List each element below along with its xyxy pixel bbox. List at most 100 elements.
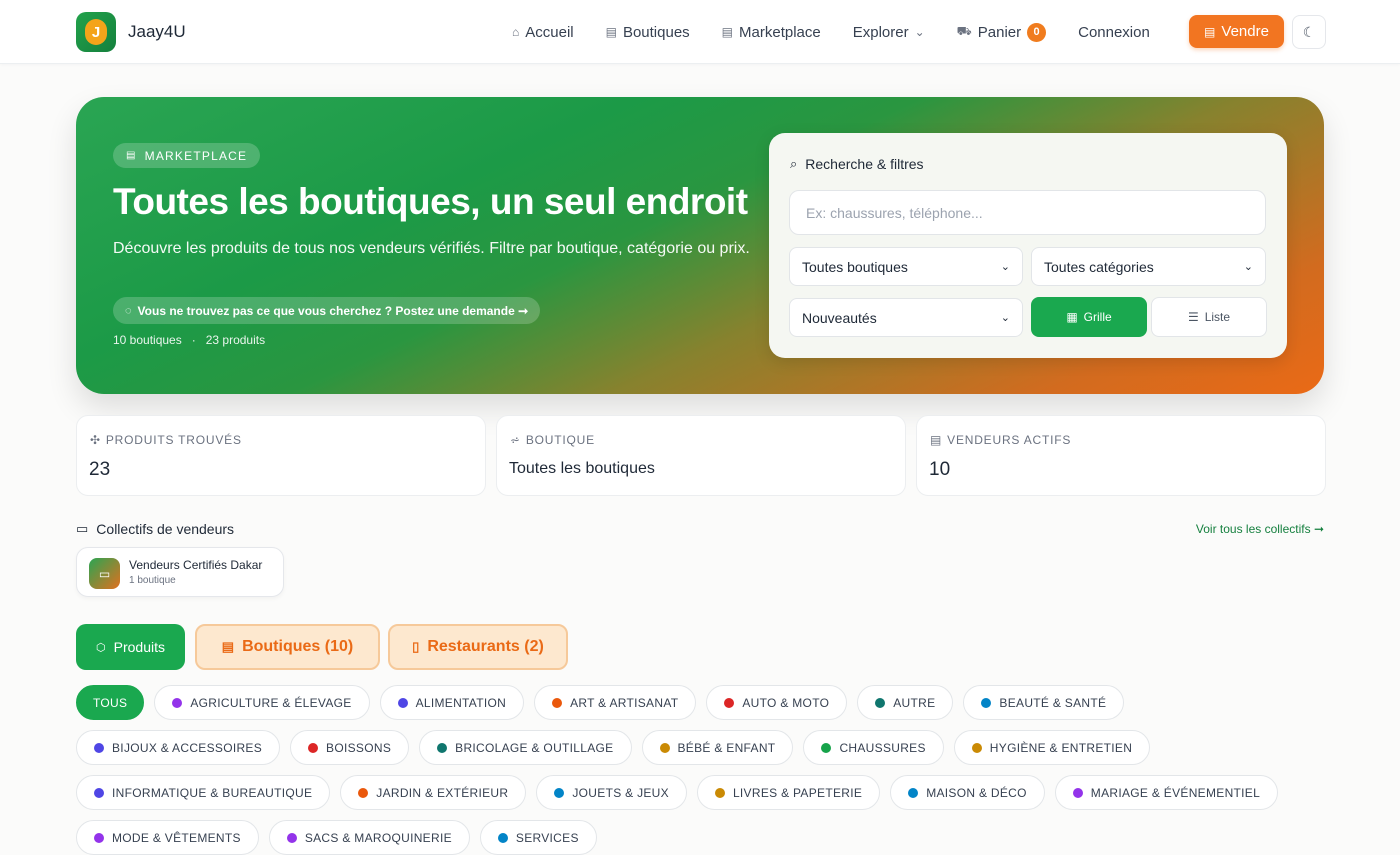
category-chips: TOUS AGRICULTURE & ÉLEVAGE ALIMENTATION AR…	[76, 685, 1336, 855]
brand-name[interactable]: Jaay4U	[128, 22, 186, 42]
category-color-dot	[94, 742, 104, 753]
category-chip-label: INFORMATIQUE & BUREAUTIQUE	[112, 785, 313, 800]
search-input[interactable]	[789, 190, 1266, 235]
chevron-down-icon: ⌄	[1000, 312, 1010, 324]
stat-label-text: BOUTIQUE	[525, 433, 595, 447]
hero-badge-label: MARKETPLACE	[144, 148, 248, 163]
category-chip[interactable]: BOISSONS	[290, 730, 410, 765]
category-chip[interactable]: INFORMATIQUE & BUREAUTIQUE	[76, 775, 331, 810]
top-navbar: J Jaay4U ⌂ Accueil ▤ Boutiques ▤ Marketp…	[0, 0, 1400, 64]
category-color-dot	[554, 787, 565, 798]
category-chip-label: MARIAGE & ÉVÉNEMENTIEL	[1090, 785, 1261, 800]
chevron-down-icon: ⌄	[1243, 261, 1253, 273]
category-chip[interactable]: SACS & MAROQUINERIE	[268, 820, 470, 855]
moon-icon: ☾	[1302, 23, 1316, 40]
nav-links: ⌂ Accueil ▤ Boutiques ▤ Marketplace Expl…	[512, 0, 1182, 64]
tab-restaurants[interactable]: ▯ Restaurants (2)	[388, 624, 568, 670]
sort-select[interactable]: Nouveautés ⌄	[789, 298, 1023, 337]
folder-icon: ▭	[89, 558, 120, 589]
category-chip-label: BOISSONS	[326, 740, 392, 755]
category-chip[interactable]: MAISON & DÉCO	[890, 775, 1045, 810]
nav-link-shops[interactable]: ▤ Boutiques	[606, 24, 690, 41]
category-chip-label: BÉBÉ & ENFANT	[677, 740, 776, 755]
category-chip-label: MAISON & DÉCO	[926, 785, 1027, 800]
category-chip-label: SACS & MAROQUINERIE	[304, 830, 452, 845]
nav-link-label: Marketplace	[739, 23, 821, 41]
category-chip[interactable]: ALIMENTATION	[379, 685, 525, 720]
brand-logo[interactable]: J	[76, 12, 116, 52]
stat-label: ▤ VENDEURS ACTIFS	[930, 433, 1071, 447]
category-chip-label: HYGIÈNE & ENTRETIEN	[989, 740, 1133, 755]
stat-card-products: ✣ PRODUITS TROUVÉS 23	[76, 415, 486, 496]
hero-stat-shops: 10 boutiques	[113, 333, 182, 347]
nav-link-explore[interactable]: Explorer ⌄	[853, 24, 925, 41]
nav-link-label: Explorer	[852, 23, 909, 41]
category-select-value: Toutes catégories	[1044, 258, 1154, 275]
post-request-label: Vous ne trouvez pas ce que vous cherchez…	[137, 303, 529, 318]
category-chip[interactable]: BRICOLAGE & OUTILLAGE	[419, 730, 632, 765]
category-chip[interactable]: MARIAGE & ÉVÉNEMENTIEL	[1054, 775, 1279, 810]
see-all-collectives-link[interactable]: Voir tous les collectifs ➞	[1196, 522, 1324, 536]
category-chip[interactable]: CHAUSSURES	[803, 730, 944, 765]
shop-select[interactable]: Toutes boutiques ⌄	[789, 247, 1023, 286]
category-color-dot	[659, 742, 670, 753]
stat-value: 10	[929, 459, 951, 480]
category-chip-label: AGRICULTURE & ÉLEVAGE	[190, 695, 352, 710]
category-chip-all[interactable]: TOUS	[76, 685, 145, 720]
post-request-link[interactable]: ◌ Vous ne trouvez pas ce que vous cherch…	[113, 297, 541, 324]
category-chip-label: BRICOLAGE & OUTILLAGE	[455, 740, 614, 755]
category-color-dot	[552, 697, 563, 708]
nav-link-cart[interactable]: ⛟ Panier 0	[956, 22, 1047, 42]
shop-select-value: Toutes boutiques	[802, 258, 908, 275]
nav-link-marketplace[interactable]: ▤ Marketplace	[722, 24, 821, 41]
theme-toggle-button[interactable]: ☾	[1292, 15, 1326, 49]
collective-card[interactable]: ▭ Vendeurs Certifiés Dakar 1 boutique	[76, 547, 284, 597]
category-chip[interactable]: AUTO & MOTO	[706, 685, 848, 720]
category-chip-label: SERVICES	[515, 830, 579, 845]
nav-link-home[interactable]: ⌂ Accueil	[512, 24, 574, 41]
category-color-dot	[714, 787, 725, 798]
search-filter-panel: ⌕ Recherche & filtres Toutes boutiques ⌄…	[769, 133, 1287, 358]
category-chip[interactable]: MODE & VÊTEMENTS	[76, 820, 259, 855]
tab-label: Boutiques (10)	[242, 638, 354, 655]
nav-link-label: Boutiques	[622, 23, 690, 41]
list-view-button[interactable]: ☰ Liste	[1151, 297, 1267, 337]
nav-link-label: Panier	[977, 23, 1022, 41]
filter-icon: ⩫	[510, 433, 521, 447]
category-chip[interactable]: JOUETS & JEUX	[536, 775, 687, 810]
grid-view-button[interactable]: ▦ Grille	[1031, 297, 1147, 337]
hero-stats: 10 boutiques · 23 produits	[113, 333, 265, 347]
cart-icon: ⛟	[956, 24, 972, 38]
category-color-dot	[497, 832, 508, 843]
category-chip-label: BIJOUX & ACCESSOIRES	[112, 740, 263, 755]
category-select[interactable]: Toutes catégories ⌄	[1031, 247, 1266, 286]
category-chip-label: AUTO & MOTO	[742, 695, 830, 710]
category-chip[interactable]: LIVRES & PAPETERIE	[696, 775, 881, 810]
logo-letter: J	[85, 19, 107, 45]
category-chip-label: ART & ARTISANAT	[570, 695, 679, 710]
category-color-dot	[397, 697, 408, 708]
category-color-dot	[172, 697, 183, 708]
stat-card-shop: ⩫ BOUTIQUE Toutes les boutiques	[496, 415, 906, 496]
login-link[interactable]: Connexion	[1078, 24, 1150, 41]
tab-products[interactable]: ⬡ Produits	[76, 624, 185, 670]
category-chip[interactable]: BÉBÉ & ENFANT	[641, 730, 794, 765]
category-color-dot	[437, 742, 448, 753]
hero-stat-products: 23 produits	[205, 333, 266, 347]
category-chip[interactable]: SERVICES	[479, 820, 597, 855]
category-chip[interactable]: ART & ARTISANAT	[534, 685, 697, 720]
category-chip[interactable]: AGRICULTURE & ÉLEVAGE	[154, 685, 370, 720]
category-chip-label: LIVRES & PAPETERIE	[732, 785, 863, 800]
category-chip-label: MODE & VÊTEMENTS	[112, 830, 241, 845]
list-view-label: Liste	[1204, 310, 1231, 324]
stat-label-text: VENDEURS ACTIFS	[947, 433, 1072, 447]
category-chip[interactable]: HYGIÈNE & ENTRETIEN	[953, 730, 1151, 765]
sell-button[interactable]: ▤ Vendre	[1189, 15, 1284, 48]
filter-panel-title: ⌕ Recherche & filtres	[790, 156, 924, 172]
category-chip[interactable]: AUTRE	[857, 685, 954, 720]
category-chip[interactable]: JARDIN & EXTÉRIEUR	[340, 775, 527, 810]
category-chip[interactable]: BIJOUX & ACCESSOIRES	[76, 730, 281, 765]
hero-stat-separator: ·	[191, 333, 196, 347]
tab-shops[interactable]: ▤ Boutiques (10)	[195, 624, 380, 670]
category-chip[interactable]: BEAUTÉ & SANTÉ	[963, 685, 1125, 720]
